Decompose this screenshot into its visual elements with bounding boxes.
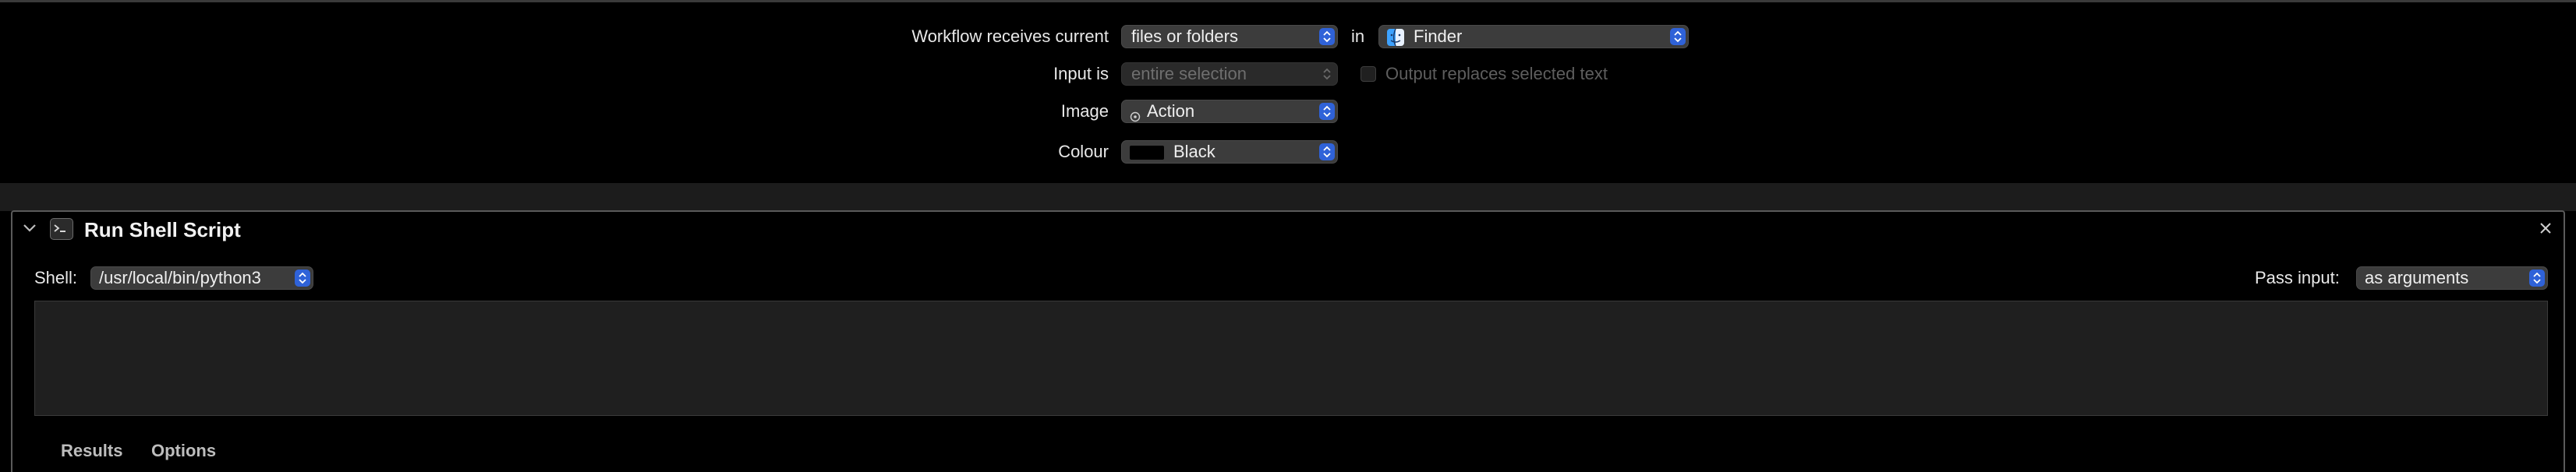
- automator-window: Workflow receives current files or folde…: [0, 0, 2576, 472]
- output-replaces-label: Output replaces selected text: [1385, 64, 1608, 83]
- receives-popup[interactable]: files or folders: [1121, 25, 1338, 48]
- shell-value: /usr/local/bin/python3: [99, 268, 261, 287]
- stepper-arrows-icon: [1319, 65, 1335, 83]
- receives-label: Workflow receives current: [911, 26, 1109, 46]
- pass-input-value: as arguments: [2365, 268, 2469, 287]
- stepper-arrows-icon: [1319, 143, 1335, 160]
- script-editor[interactable]: [34, 301, 2548, 416]
- pass-input-popup[interactable]: as arguments: [2356, 266, 2548, 290]
- output-replaces-checkbox[interactable]: [1361, 66, 1376, 82]
- close-icon[interactable]: [2539, 221, 2553, 239]
- colour-value: Black: [1173, 142, 1215, 161]
- workflow-area-gap: [0, 183, 2576, 211]
- image-popup[interactable]: Action: [1121, 100, 1338, 123]
- image-value: Action: [1147, 101, 1195, 121]
- stepper-arrows-icon: [1670, 28, 1686, 45]
- colour-row: Colour Black: [0, 138, 2576, 166]
- shell-popup[interactable]: /usr/local/bin/python3: [90, 266, 313, 290]
- tab-results[interactable]: Results: [61, 439, 122, 463]
- action-gear-icon: [1130, 106, 1141, 128]
- stepper-arrows-icon: [1319, 28, 1335, 45]
- terminal-icon: [50, 218, 73, 240]
- in-label: in: [1351, 26, 1365, 46]
- image-label: Image: [1060, 101, 1109, 121]
- stepper-arrows-icon: [295, 269, 310, 287]
- input-is-popup[interactable]: entire selection: [1121, 62, 1338, 86]
- run-shell-script-action: Run Shell Script Shell: /usr/local/bin/p…: [11, 210, 2565, 472]
- stepper-arrows-icon: [1319, 103, 1335, 120]
- application-popup[interactable]: Finder: [1378, 25, 1689, 48]
- receives-row: Workflow receives current files or folde…: [0, 23, 2576, 51]
- receives-value: files or folders: [1131, 26, 1238, 46]
- shell-label: Shell:: [34, 268, 78, 287]
- stepper-arrows-icon: [2529, 269, 2545, 287]
- tab-options[interactable]: Options: [151, 439, 216, 463]
- workflow-header: Workflow receives current files or folde…: [0, 2, 2576, 183]
- application-value: Finder: [1414, 26, 1463, 46]
- input-is-value: entire selection: [1131, 64, 1247, 83]
- input-is-row: Input is entire selection Output replace…: [0, 60, 2576, 88]
- input-is-label: Input is: [1053, 64, 1109, 83]
- colour-label: Colour: [1058, 142, 1109, 161]
- colour-popup[interactable]: Black: [1121, 140, 1338, 164]
- image-row: Image Action: [0, 97, 2576, 125]
- finder-icon: [1387, 29, 1404, 46]
- action-title: Run Shell Script: [84, 218, 241, 241]
- chevron-down-icon[interactable]: [22, 223, 37, 238]
- pass-input-label: Pass input:: [2255, 268, 2340, 287]
- colour-swatch: [1130, 146, 1164, 160]
